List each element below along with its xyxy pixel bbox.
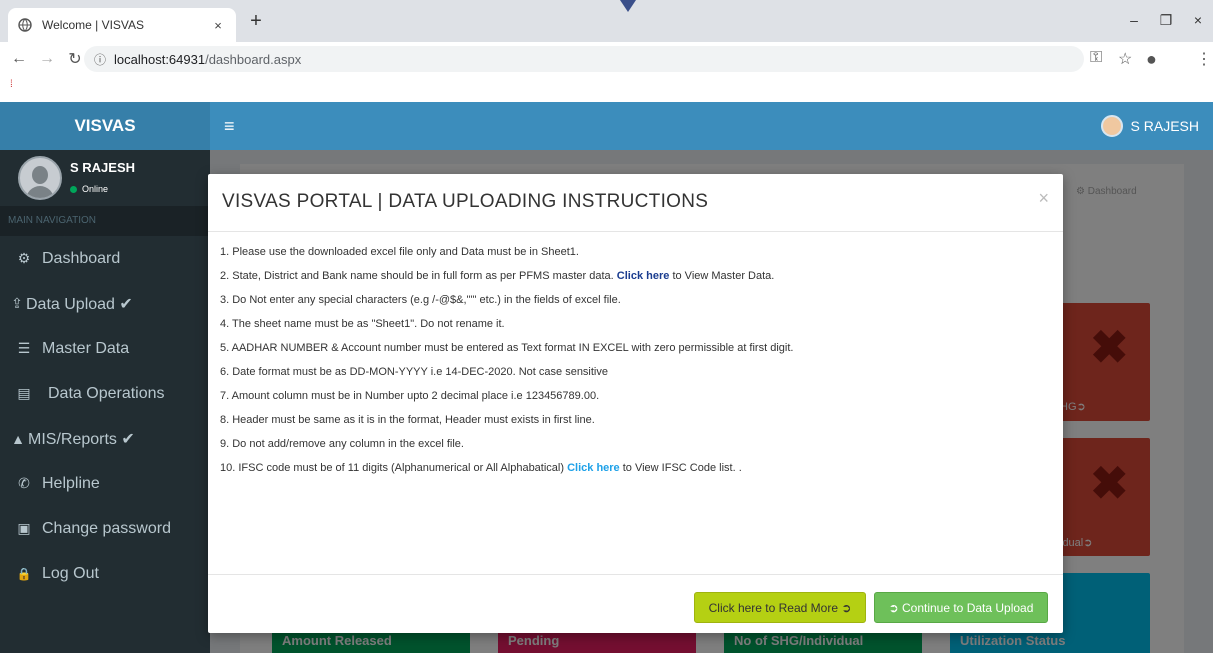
maximize-button[interactable]: ❐ [1156,12,1176,29]
forward-arrow-icon[interactable]: → [36,50,58,68]
status-text: Online [82,184,109,194]
user-menu-name: S RAJESH [1130,118,1199,134]
modal-header: VISVAS PORTAL | DATA UPLOADING INSTRUCTI… [208,174,1063,232]
minimize-button[interactable]: – [1124,12,1144,28]
sidebar: S RAJESH Online MAIN NAVIGATION ⚙ Dashbo… [0,150,210,653]
upload-icon: ⇪ [11,295,23,311]
more-options-icon[interactable]: ⋮ [1196,49,1212,69]
instruction-item: 9. Do not add/remove any column in the e… [220,438,464,450]
instruction-item: 1. Please use the downloaded excel file … [220,246,579,258]
browser-tab[interactable]: Welcome | VISVAS × [8,8,236,42]
online-dot-icon [70,185,77,193]
bookmark-bar: ⁞ [0,76,1213,102]
apps-icon[interactable]: ⁞ [10,79,13,90]
ifsc-list-link[interactable]: Click here [567,462,620,474]
lock-icon: 🔒 [16,566,32,581]
url-path: /dashboard.aspx [205,51,302,67]
sidebar-item-label: Data Operations [48,384,165,402]
read-more-button[interactable]: Click here to Read More ➲ [694,592,866,623]
instruction-text: 10. IFSC code must be of 11 digits (Alph… [220,462,568,474]
instruction-item: 2. State, District and Bank name should … [220,264,1050,288]
pointer-marker-icon [620,0,636,12]
sidebar-item-label: Log Out [42,564,99,582]
sidebar-item-label: Dashboard [42,249,121,267]
id-card-icon: ▣ [17,520,31,536]
sidebar-menu: ⚙ Dashboard ⇪ Data Upload ✔ ☰ Master Dat… [0,236,210,596]
master-data-link[interactable]: Click here [617,270,670,282]
file-icon: ▤ [17,385,31,401]
breadcrumb-label: Dashboard [1087,186,1137,197]
close-icon[interactable]: × [1038,188,1049,209]
dashboard-icon: ⚙ [1076,186,1088,197]
instruction-item: 7. Amount column must be in Number upto … [220,390,600,402]
profile-icon[interactable]: ● [1146,49,1157,70]
user-panel: S RAJESH Online [0,150,210,206]
user-menu[interactable]: S RAJESH [1100,115,1199,137]
sidebar-item-mis-reports[interactable]: ▲ MIS/Reports ✔ [0,416,210,461]
key-icon[interactable]: ⚿ [1090,49,1102,67]
reload-icon[interactable]: ↻ [64,49,86,69]
url-host: localhost:64931 [114,51,206,67]
url-input[interactable]: ⓘ localhost:64931 /dashboard.aspx [84,46,1084,72]
modal-body: 1. Please use the downloaded excel file … [220,240,1050,480]
sidebar-item-log-out[interactable]: 🔒 Log Out [0,551,210,596]
phone-icon: ✆ [18,475,30,491]
instruction-item: 8. Header must be same as it is in the f… [220,414,595,426]
breadcrumb[interactable]: ⚙ Dashboard [1076,186,1137,197]
instruction-item: 3. Do Not enter any special characters (… [220,294,621,306]
sidebar-item-label: Helpline [42,474,100,492]
chart-icon: ▲ [11,430,25,447]
avatar [1100,115,1123,137]
instruction-item: 4. The sheet name must be as "Sheet1". D… [220,318,505,330]
continue-upload-button[interactable]: ➲ Continue to Data Upload [874,592,1048,623]
instruction-text: to View IFSC Code list. . [619,462,742,474]
database-icon: ☰ [17,340,31,356]
instruction-item: 5. AADHAR NUMBER & Account number must b… [220,342,794,354]
sidebar-item-data-operations[interactable]: ▤ Data Operations [0,371,210,416]
globe-icon [18,18,32,32]
sidebar-item-helpline[interactable]: ✆ Helpline [0,461,210,506]
nav-header: MAIN NAVIGATION [0,206,210,236]
info-icon[interactable]: ⓘ [94,51,106,68]
dashboard-icon: ⚙ [17,250,31,266]
instruction-item: 6. Date format must be as DD-MON-YYYY i.… [220,366,608,378]
sidebar-user-name: S RAJESH [70,160,136,175]
app-navbar: ≡ S RAJESH [210,102,1213,150]
app-logo[interactable]: VISVAS [0,102,210,150]
sidebar-item-change-password[interactable]: ▣ Change password [0,506,210,551]
sidebar-item-dashboard[interactable]: ⚙ Dashboard [0,236,210,281]
sidebar-item-data-upload[interactable]: ⇪ Data Upload ✔ [0,281,210,326]
modal-footer: Click here to Read More ➲ ➲ Continue to … [208,574,1063,633]
avatar [18,156,62,200]
instructions-modal: VISVAS PORTAL | DATA UPLOADING INSTRUCTI… [208,174,1063,633]
status-badge: Online [70,184,108,194]
menu-toggle-icon[interactable]: ≡ [224,116,235,137]
sidebar-item-label: Master Data [42,339,130,357]
tab-title: Welcome | VISVAS [42,18,145,32]
sidebar-item-label: Change password [42,519,171,537]
tab-close-icon[interactable]: × [210,18,226,33]
sidebar-item-label: Data Upload ✔ [26,295,133,313]
modal-title: VISVAS PORTAL | DATA UPLOADING INSTRUCTI… [222,191,709,212]
browser-tab-bar: Welcome | VISVAS × + – ❐ × [0,0,1213,42]
instruction-text: 2. State, District and Bank name should … [220,270,614,282]
window-close-button[interactable]: × [1188,12,1208,28]
sidebar-item-master-data[interactable]: ☰ Master Data [0,326,210,371]
back-arrow-icon[interactable]: ← [8,50,30,68]
new-tab-button[interactable]: + [244,11,268,31]
star-icon[interactable]: ☆ [1118,49,1132,69]
instruction-item: 10. IFSC code must be of 11 digits (Alph… [220,456,1050,480]
instruction-text: to View Master Data. [669,270,775,282]
sidebar-item-label: MIS/Reports ✔ [28,430,135,448]
address-bar-row: ← → ↻ ⓘ localhost:64931 /dashboard.aspx … [0,42,1213,76]
